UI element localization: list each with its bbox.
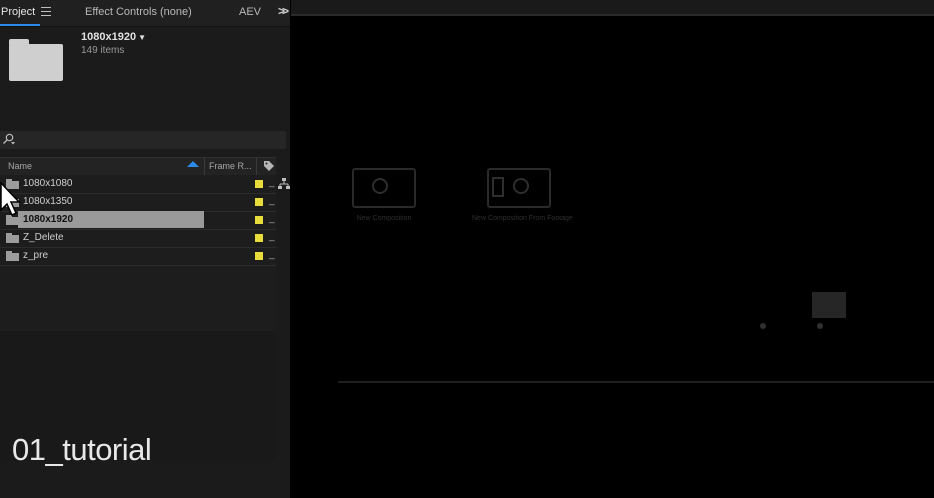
selected-item-name[interactable]: 1080x1920 ▼ — [81, 31, 146, 43]
viewer-timeline-divider — [338, 381, 934, 383]
new-composition-label: New Composition — [356, 215, 412, 222]
label-color-swatch[interactable] — [255, 180, 263, 188]
column-name[interactable]: Name — [8, 161, 32, 171]
column-divider[interactable] — [204, 158, 205, 175]
panel-tab-bar: Project Effect Controls (none) AEV >> — [0, 0, 290, 27]
footage-composition-icon — [492, 177, 529, 197]
label-tag-icon[interactable] — [263, 160, 275, 172]
column-divider[interactable] — [256, 158, 257, 175]
tab-aev[interactable]: AEV — [239, 6, 261, 18]
search-input[interactable] — [0, 131, 286, 149]
overflow-chevron-icon[interactable]: >> — [278, 4, 289, 18]
row-more-indicator: _ — [269, 249, 275, 260]
panel-menu-icon[interactable] — [41, 7, 51, 16]
list-item-selected[interactable]: 1080x1920 _ — [0, 211, 276, 230]
item-label: Z_Delete — [23, 232, 64, 243]
tab-effect-controls[interactable]: Effect Controls (none) — [85, 6, 192, 18]
item-label: 1080x1350 — [23, 196, 73, 207]
active-tab-indicator — [0, 24, 40, 26]
list-item[interactable]: Z_Delete _ — [0, 229, 276, 248]
label-color-swatch[interactable] — [255, 252, 263, 260]
list-item[interactable]: 1080x1350 _ — [0, 193, 276, 212]
tab-project[interactable]: Project — [1, 6, 35, 18]
new-composition-button[interactable] — [352, 168, 416, 208]
viewer-toolbar-divider — [291, 14, 934, 16]
selected-item-label: 1080x1920 — [81, 31, 137, 43]
faded-overlay-dot — [817, 323, 823, 329]
flowchart-icon[interactable] — [278, 178, 290, 190]
mouse-cursor-icon — [0, 182, 21, 217]
video-watermark: 01_tutorial — [12, 432, 152, 467]
item-label: 1080x1920 — [23, 214, 74, 225]
column-header: Name Frame R... — [0, 157, 276, 176]
item-label: 1080x1080 — [23, 178, 73, 189]
selection-preview: 1080x1920 ▼ 149 items — [0, 27, 290, 127]
viewer-toolbar — [291, 0, 934, 14]
column-frame-rate[interactable]: Frame R... — [209, 161, 252, 171]
faded-overlay-thumbnail — [812, 292, 846, 318]
label-color-swatch[interactable] — [255, 234, 263, 242]
item-label: z_pre — [23, 250, 49, 261]
folder-icon — [6, 233, 19, 243]
list-item[interactable]: z_pre _ — [0, 247, 276, 266]
faded-overlay-menu — [748, 55, 878, 273]
composition-icon — [372, 178, 388, 194]
label-color-swatch[interactable] — [255, 198, 263, 206]
label-color-swatch[interactable] — [255, 216, 263, 224]
project-panel: Project Effect Controls (none) AEV >> 10… — [0, 0, 290, 498]
row-more-indicator: _ — [269, 213, 275, 224]
folder-thumbnail-icon — [9, 39, 63, 81]
new-composition-from-footage-label: New Composition From Footage — [472, 215, 573, 222]
project-item-list: 1080x1080 _ 1080x1350 _ 1080x1920 _ Z_De… — [0, 175, 276, 331]
selected-item-count: 149 items — [81, 45, 125, 56]
folder-icon — [6, 251, 19, 261]
sort-ascending-icon[interactable] — [187, 161, 199, 167]
faded-overlay-dot — [760, 323, 766, 329]
row-more-indicator: _ — [269, 177, 275, 188]
dropdown-caret-icon[interactable]: ▼ — [138, 33, 146, 42]
list-item[interactable]: 1080x1080 _ — [0, 175, 276, 194]
new-composition-from-footage-button[interactable] — [487, 168, 551, 208]
search-icon — [3, 133, 15, 145]
row-more-indicator: _ — [269, 195, 275, 206]
row-more-indicator: _ — [269, 231, 275, 242]
